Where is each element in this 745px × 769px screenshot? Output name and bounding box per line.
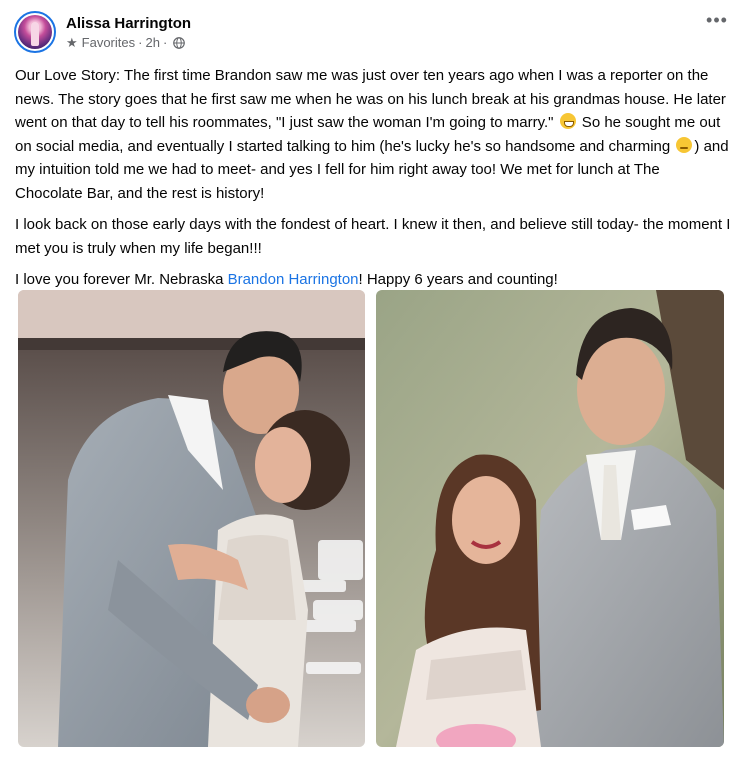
paragraph-text: I love you forever Mr. Nebraska [15, 271, 228, 288]
audience-label: Favorites [81, 34, 136, 50]
globe-icon[interactable] [173, 36, 186, 49]
separator: · [162, 34, 168, 50]
post-card: Alissa Harrington ★ Favorites · 2h · •••… [0, 0, 745, 769]
post-header: Alissa Harrington ★ Favorites · 2h · [14, 10, 731, 54]
paragraph: Our Love Story: The first time Brandon s… [15, 64, 731, 205]
mention-link[interactable]: Brandon Harrington [228, 271, 359, 288]
kiss-photo[interactable] [18, 290, 365, 747]
post-body: Our Love Story: The first time Brandon s… [15, 64, 731, 300]
separator: · [138, 34, 143, 50]
more-options-button[interactable]: ••• [701, 8, 733, 32]
star-icon: ★ [66, 34, 78, 50]
author-name[interactable]: Alissa Harrington [66, 14, 191, 33]
paragraph-text: ! Happy 6 years and counting! [358, 271, 558, 288]
post-subline: ★ Favorites · 2h · [66, 35, 191, 51]
portrait-photo[interactable] [376, 290, 724, 747]
post-time[interactable]: 2h [145, 35, 159, 51]
grinning-face-emoji-icon [559, 113, 576, 129]
post-meta: Alissa Harrington ★ Favorites · 2h · [66, 14, 191, 51]
paragraph: I love you forever Mr. Nebraska Brandon … [15, 268, 731, 292]
avatar[interactable] [14, 11, 56, 53]
winking-face-emoji-icon [676, 136, 693, 153]
paragraph: I look back on those early days with the… [15, 216, 731, 257]
